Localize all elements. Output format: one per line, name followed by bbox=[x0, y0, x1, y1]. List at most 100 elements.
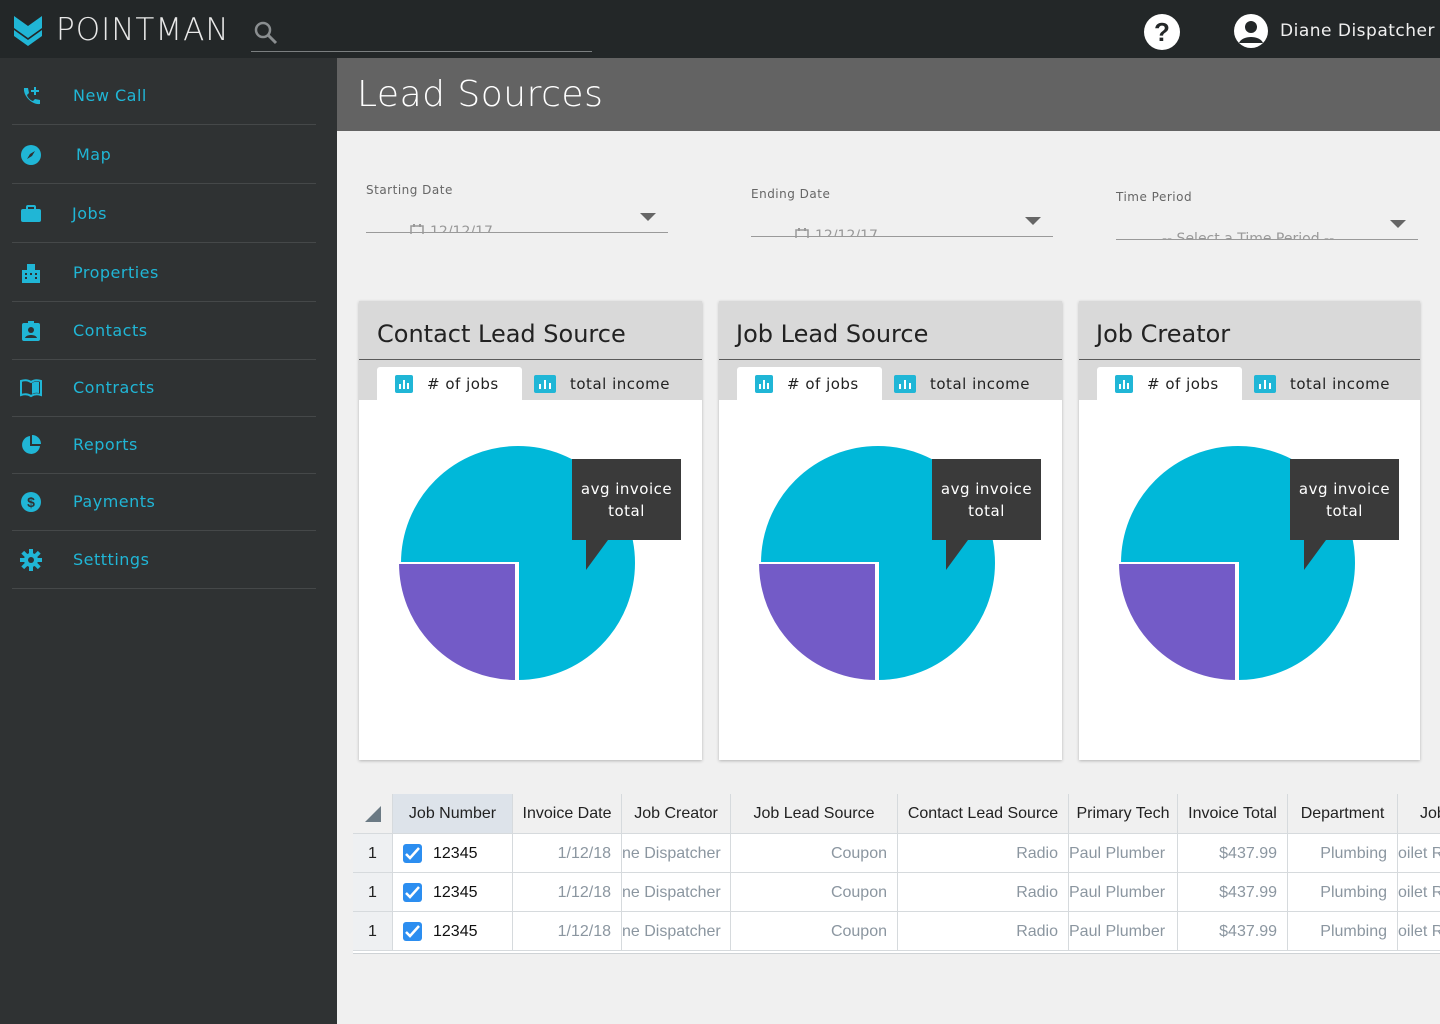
avatar-icon bbox=[1234, 14, 1268, 48]
help-button[interactable]: ? bbox=[1144, 14, 1180, 50]
pie-slice-small[interactable] bbox=[1116, 562, 1237, 682]
tab-label: total income bbox=[1290, 374, 1391, 393]
briefcase-icon bbox=[21, 204, 41, 222]
department-cell[interactable]: Plumbing bbox=[1288, 834, 1398, 873]
chart-tooltip: avg invoice total bbox=[572, 459, 681, 570]
job-number: 12345 bbox=[433, 884, 478, 901]
card-divider bbox=[359, 359, 702, 360]
column-header-primary-tech[interactable]: Primary Tech bbox=[1069, 794, 1178, 834]
user-menu[interactable]: Diane Dispatcher bbox=[1234, 14, 1435, 48]
column-header-contact-lead-source[interactable]: Contact Lead Source bbox=[898, 794, 1069, 834]
top-bar: POINTMAN ? Diane Dispatcher bbox=[0, 0, 1440, 58]
bar-chart-icon bbox=[534, 374, 556, 393]
checkbox-checked[interactable] bbox=[403, 844, 422, 863]
pie-slice-small[interactable] bbox=[756, 562, 877, 682]
column-header-department[interactable]: Department bbox=[1288, 794, 1398, 834]
sidebar-item-label: Contracts bbox=[73, 378, 155, 397]
check-icon bbox=[405, 925, 420, 938]
job-creator-cell[interactable]: ne Dispatcher bbox=[622, 873, 731, 912]
tab-label: # of jobs bbox=[1147, 374, 1219, 393]
sidebar-item-map[interactable]: Map bbox=[12, 126, 316, 184]
tab-total-income[interactable]: total income bbox=[894, 367, 1054, 400]
tab-num-jobs[interactable]: # of jobs bbox=[377, 367, 522, 400]
job-creator-cell[interactable]: ne Dispatcher bbox=[622, 912, 731, 951]
page-title: Lead Sources bbox=[357, 74, 604, 115]
bar-chart-icon bbox=[1115, 374, 1133, 393]
job-lead-source-cell[interactable]: Coupon bbox=[731, 912, 898, 951]
time-period-select[interactable]: Time Period -- Select a Time Period -- bbox=[1116, 190, 1418, 250]
contact-lead-source-cell[interactable]: Radio bbox=[898, 873, 1069, 912]
ending-date-label: Ending Date bbox=[751, 187, 831, 201]
column-header-invoice-total[interactable]: Invoice Total bbox=[1178, 794, 1288, 834]
sidebar-item-contracts[interactable]: Contracts bbox=[12, 359, 316, 417]
checkbox-checked[interactable] bbox=[403, 883, 422, 902]
invoice-total-cell[interactable]: $437.99 bbox=[1178, 873, 1288, 912]
job-lead-source-card: Job Lead Source # of jobs total income a… bbox=[719, 301, 1062, 760]
invoice-total-cell[interactable]: $437.99 bbox=[1178, 912, 1288, 951]
sidebar-item-new-call[interactable]: New Call bbox=[12, 67, 316, 125]
job-creator-cell[interactable]: ne Dispatcher bbox=[622, 834, 731, 873]
tooltip-line-1: avg invoice bbox=[1298, 480, 1391, 498]
card-header: Job Creator # of jobs total income bbox=[1079, 301, 1420, 400]
sidebar-item-contacts[interactable]: Contacts bbox=[12, 302, 316, 360]
sidebar-item-jobs[interactable]: Jobs bbox=[12, 185, 316, 243]
ending-date-field[interactable]: Ending Date 12/12/17 bbox=[751, 187, 1053, 247]
job-number-cell[interactable]: 12345 bbox=[393, 873, 513, 912]
search-input[interactable] bbox=[251, 14, 592, 52]
pointman-logo-icon bbox=[14, 16, 42, 46]
app-logo[interactable]: POINTMAN bbox=[12, 12, 230, 48]
row-number: 1 bbox=[353, 912, 393, 951]
contact-lead-source-cell[interactable]: Radio bbox=[898, 834, 1069, 873]
card-divider bbox=[1079, 359, 1420, 360]
job-lead-source-cell[interactable]: Coupon bbox=[731, 873, 898, 912]
primary-tech-cell[interactable]: Paul Plumber bbox=[1069, 873, 1178, 912]
select-all-corner[interactable] bbox=[353, 794, 393, 834]
sidebar-item-reports[interactable]: Reports bbox=[12, 416, 316, 474]
book-icon bbox=[20, 378, 42, 397]
contact-lead-source-cell[interactable]: Radio bbox=[898, 912, 1069, 951]
jobs-table: Job Number Invoice Date Job Creator Job … bbox=[353, 794, 1440, 954]
starting-date-field[interactable]: Starting Date 12/12/17 bbox=[366, 183, 668, 243]
sidebar-item-properties[interactable]: Properties bbox=[12, 244, 316, 302]
bar-chart-icon bbox=[755, 374, 773, 393]
column-header-job-lead-source[interactable]: Job Lead Source bbox=[731, 794, 898, 834]
column-header-job[interactable]: Job bbox=[1398, 794, 1440, 834]
invoice-total-cell[interactable]: $437.99 bbox=[1178, 834, 1288, 873]
job-number-cell[interactable]: 12345 bbox=[393, 834, 513, 873]
column-header-job-creator[interactable]: Job Creator bbox=[622, 794, 731, 834]
chevron-down-icon[interactable] bbox=[640, 213, 656, 221]
primary-tech-cell[interactable]: Paul Plumber bbox=[1069, 912, 1178, 951]
department-cell[interactable]: Plumbing bbox=[1288, 873, 1398, 912]
primary-tech-cell[interactable]: Paul Plumber bbox=[1069, 834, 1178, 873]
tab-num-jobs[interactable]: # of jobs bbox=[1097, 367, 1242, 400]
job-type-cell[interactable]: oilet R bbox=[1398, 873, 1440, 912]
invoice-date-cell[interactable]: 1/12/18 bbox=[513, 834, 622, 873]
tooltip-line-2: total bbox=[1326, 502, 1363, 520]
chevron-down-icon[interactable] bbox=[1390, 220, 1406, 228]
tab-total-income[interactable]: total income bbox=[534, 367, 694, 400]
column-header-job-number[interactable]: Job Number bbox=[393, 794, 513, 834]
app-name: POINTMAN bbox=[56, 12, 230, 48]
checkbox-checked[interactable] bbox=[403, 922, 422, 941]
column-header-invoice-date[interactable]: Invoice Date bbox=[513, 794, 622, 834]
sidebar-item-payments[interactable]: $ Payments bbox=[12, 473, 316, 531]
job-lead-source-cell[interactable]: Coupon bbox=[731, 834, 898, 873]
contact-lead-source-card: Contact Lead Source # of jobs total inco… bbox=[359, 301, 702, 760]
department-cell[interactable]: Plumbing bbox=[1288, 912, 1398, 951]
job-type-cell[interactable]: oilet R bbox=[1398, 834, 1440, 873]
tooltip-arrow bbox=[1304, 540, 1326, 570]
invoice-date-cell[interactable]: 1/12/18 bbox=[513, 912, 622, 951]
job-number-cell[interactable]: 12345 bbox=[393, 912, 513, 951]
job-number: 12345 bbox=[433, 923, 478, 940]
job-type-cell[interactable]: oilet R bbox=[1398, 912, 1440, 951]
chevron-down-icon[interactable] bbox=[1025, 217, 1041, 225]
tab-num-jobs[interactable]: # of jobs bbox=[737, 367, 882, 400]
sidebar-item-label: Properties bbox=[73, 263, 159, 282]
pie-slice-small[interactable] bbox=[396, 562, 517, 682]
sidebar-item-settings[interactable]: Setttings bbox=[12, 531, 316, 589]
contact-badge-icon bbox=[22, 320, 40, 341]
tab-total-income[interactable]: total income bbox=[1254, 367, 1414, 400]
dollar-icon: $ bbox=[21, 491, 41, 512]
invoice-date-cell[interactable]: 1/12/18 bbox=[513, 873, 622, 912]
corner-triangle-icon bbox=[365, 806, 381, 822]
